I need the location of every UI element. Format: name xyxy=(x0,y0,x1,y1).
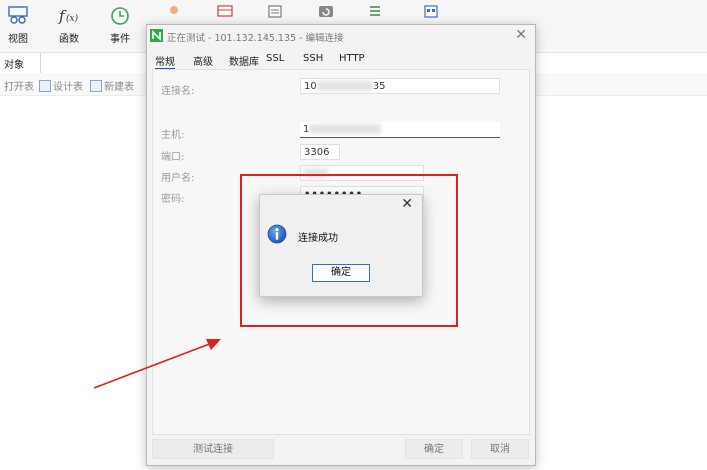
dialog-title: 正在测试 - 101.132.145.135 - 编辑连接 xyxy=(167,33,344,44)
port-label: 端口: xyxy=(161,152,185,163)
function-button[interactable]: f (x) 函数 xyxy=(51,4,87,50)
dialog-close-icon[interactable]: ✕ xyxy=(515,27,527,43)
username-label: 用户名: xyxy=(161,173,195,184)
tab-http[interactable]: HTTP xyxy=(339,53,365,64)
highlight-box xyxy=(240,174,458,327)
connection-name-prefix: 10 xyxy=(304,81,317,92)
connection-name-label: 连接名: xyxy=(161,86,195,97)
navicat-logo-icon xyxy=(150,29,163,42)
new-table-icon xyxy=(90,79,102,92)
tab-advanced[interactable]: 高级 xyxy=(193,53,213,68)
design-table-icon xyxy=(39,79,51,92)
design-table-label: 设计表 xyxy=(53,82,83,93)
event-icon xyxy=(111,7,129,25)
svg-text:(x): (x) xyxy=(66,13,79,24)
tab-divider xyxy=(40,53,41,73)
view-button[interactable]: 视图 xyxy=(0,4,36,50)
backup-icon xyxy=(319,6,333,17)
port-field[interactable]: 3306 xyxy=(300,144,340,160)
redaction-blur xyxy=(316,81,373,91)
view-icon xyxy=(8,6,28,24)
host-field[interactable]: 1 xyxy=(300,122,500,138)
event-label: 事件 xyxy=(110,34,130,45)
model-icon xyxy=(424,5,438,18)
schedule-icon xyxy=(370,6,380,16)
ok-button[interactable]: 确定 xyxy=(405,439,463,459)
event-button[interactable]: 事件 xyxy=(102,4,138,50)
function-label: 函数 xyxy=(59,34,79,45)
redaction-blur xyxy=(309,124,382,134)
password-label: 密码: xyxy=(161,194,185,205)
dialog-titlebar: 正在测试 - 101.132.145.135 - 编辑连接 ✕ xyxy=(147,25,535,47)
tab-databases[interactable]: 数据库 xyxy=(229,53,259,68)
new-table-button[interactable]: 新建表 xyxy=(90,78,134,93)
view-label: 视图 xyxy=(8,34,28,45)
function-icon: f (x) xyxy=(58,7,79,25)
query-icon xyxy=(268,5,282,18)
objects-tab[interactable]: 对象 xyxy=(4,56,24,71)
test-connection-button[interactable]: 测试连接 xyxy=(152,439,274,459)
tab-ssl[interactable]: SSL xyxy=(266,53,284,64)
tab-ssh[interactable]: SSH xyxy=(303,53,323,64)
open-table-label: 打开表 xyxy=(4,82,34,93)
user-icon xyxy=(170,6,178,14)
host-label: 主机: xyxy=(161,130,185,141)
open-table-button[interactable]: 打开表 xyxy=(4,78,34,93)
cancel-button[interactable]: 取消 xyxy=(471,439,529,459)
dialog-button-bar: 测试连接 确定 取消 xyxy=(147,435,535,465)
design-table-button[interactable]: 设计表 xyxy=(39,78,83,93)
table-icon xyxy=(217,5,233,17)
connection-name-field[interactable]: 10 35 xyxy=(300,78,500,94)
connection-name-suffix: 35 xyxy=(372,81,386,92)
new-table-label: 新建表 xyxy=(104,82,134,93)
tab-general[interactable]: 常规 xyxy=(155,53,175,70)
